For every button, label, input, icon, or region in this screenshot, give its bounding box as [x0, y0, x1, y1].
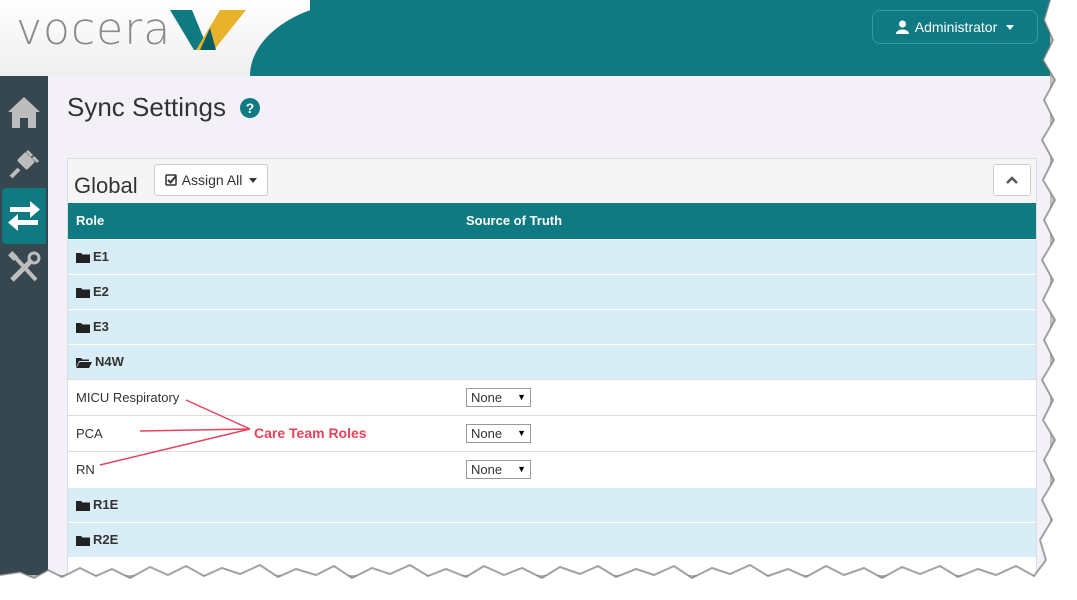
collapse-panel-button[interactable]	[993, 164, 1031, 196]
top-header: vocera Administrator	[0, 0, 1050, 76]
folder-icon	[76, 288, 90, 298]
header-role: Role	[68, 203, 458, 239]
sidebar-item-plugin[interactable]	[2, 136, 46, 192]
source-cell: None ▼	[458, 414, 1036, 451]
table-header-row: Role Source of Truth	[68, 203, 1036, 239]
chevron-up-icon	[1006, 176, 1018, 184]
check-square-icon	[164, 174, 177, 186]
sync-arrows-icon	[8, 201, 40, 231]
group-cell: R2E	[68, 521, 1036, 557]
source-of-truth-select[interactable]: None ▼	[466, 423, 531, 443]
folder-icon	[76, 501, 90, 511]
user-label: Administrator	[914, 19, 998, 35]
select-arrow-icon: ▼	[517, 464, 526, 474]
folder-icon	[76, 323, 90, 333]
folder-open-icon	[76, 358, 92, 368]
table-row-group[interactable]: R1E	[68, 486, 1036, 522]
table-row-group[interactable]: N4W	[68, 343, 1036, 379]
group-cell: N4W	[68, 343, 1036, 379]
group-cell: E1	[68, 238, 1036, 274]
global-panel: Global Assign All Role Source of Truth E…	[67, 158, 1037, 575]
logo-text: vocera	[16, 4, 172, 55]
main-content: Sync Settings ? Global Assign All Role S…	[48, 76, 1050, 575]
table-row-group[interactable]: E3	[68, 308, 1036, 344]
group-cell: R1E	[68, 486, 1036, 522]
annotation-care-team-roles: Care Team Roles	[254, 425, 367, 441]
select-arrow-icon: ▼	[517, 428, 526, 438]
sidebar-item-sync[interactable]	[2, 188, 46, 244]
table-row-group[interactable]: E2	[68, 273, 1036, 309]
folder-icon	[76, 536, 90, 547]
table-row-group[interactable]: R2E	[68, 521, 1036, 557]
tools-icon	[8, 251, 41, 282]
chevron-down-icon	[249, 177, 258, 183]
role-name: RN	[68, 450, 458, 487]
source-cell: None ▼	[458, 450, 1036, 487]
source-of-truth-select[interactable]: None ▼	[466, 387, 531, 407]
logo-area: vocera	[0, 0, 370, 76]
sidebar	[0, 76, 48, 575]
table-row-group[interactable]: E1	[68, 238, 1036, 274]
sidebar-item-home[interactable]	[2, 84, 46, 140]
source-cell: None ▼	[458, 378, 1036, 415]
panel-title: Global	[74, 173, 138, 198]
app-window: vocera Administrator Sync Settings ? Glo…	[0, 0, 1050, 575]
plug-icon	[9, 149, 40, 179]
folder-icon	[76, 253, 90, 263]
user-menu-button[interactable]: Administrator	[872, 10, 1038, 44]
chevron-down-icon	[1006, 24, 1015, 30]
assign-all-button[interactable]: Assign All	[154, 164, 268, 196]
help-icon[interactable]: ?	[240, 98, 260, 118]
table-row-role: PCA None ▼	[68, 414, 1036, 451]
assign-all-label: Assign All	[181, 172, 243, 188]
role-name: MICU Respiratory	[68, 378, 458, 415]
group-cell: E3	[68, 308, 1036, 344]
home-icon	[8, 97, 40, 128]
sidebar-item-tools[interactable]	[2, 240, 46, 296]
vocera-logo-mark-icon	[170, 10, 246, 50]
select-arrow-icon: ▼	[517, 392, 526, 402]
table-row-role: MICU Respiratory None ▼	[68, 378, 1036, 415]
group-cell: E2	[68, 273, 1036, 309]
header-source-of-truth: Source of Truth	[458, 203, 1036, 239]
user-icon	[895, 20, 909, 34]
panel-header: Global Assign All	[68, 159, 1036, 203]
sync-roles-table: Role Source of Truth E1 E2 E3 N4W MICU R…	[68, 203, 1036, 557]
table-row-role: RN None ▼	[68, 450, 1036, 487]
source-of-truth-select[interactable]: None ▼	[466, 459, 531, 479]
page-title: Sync Settings	[67, 92, 226, 122]
